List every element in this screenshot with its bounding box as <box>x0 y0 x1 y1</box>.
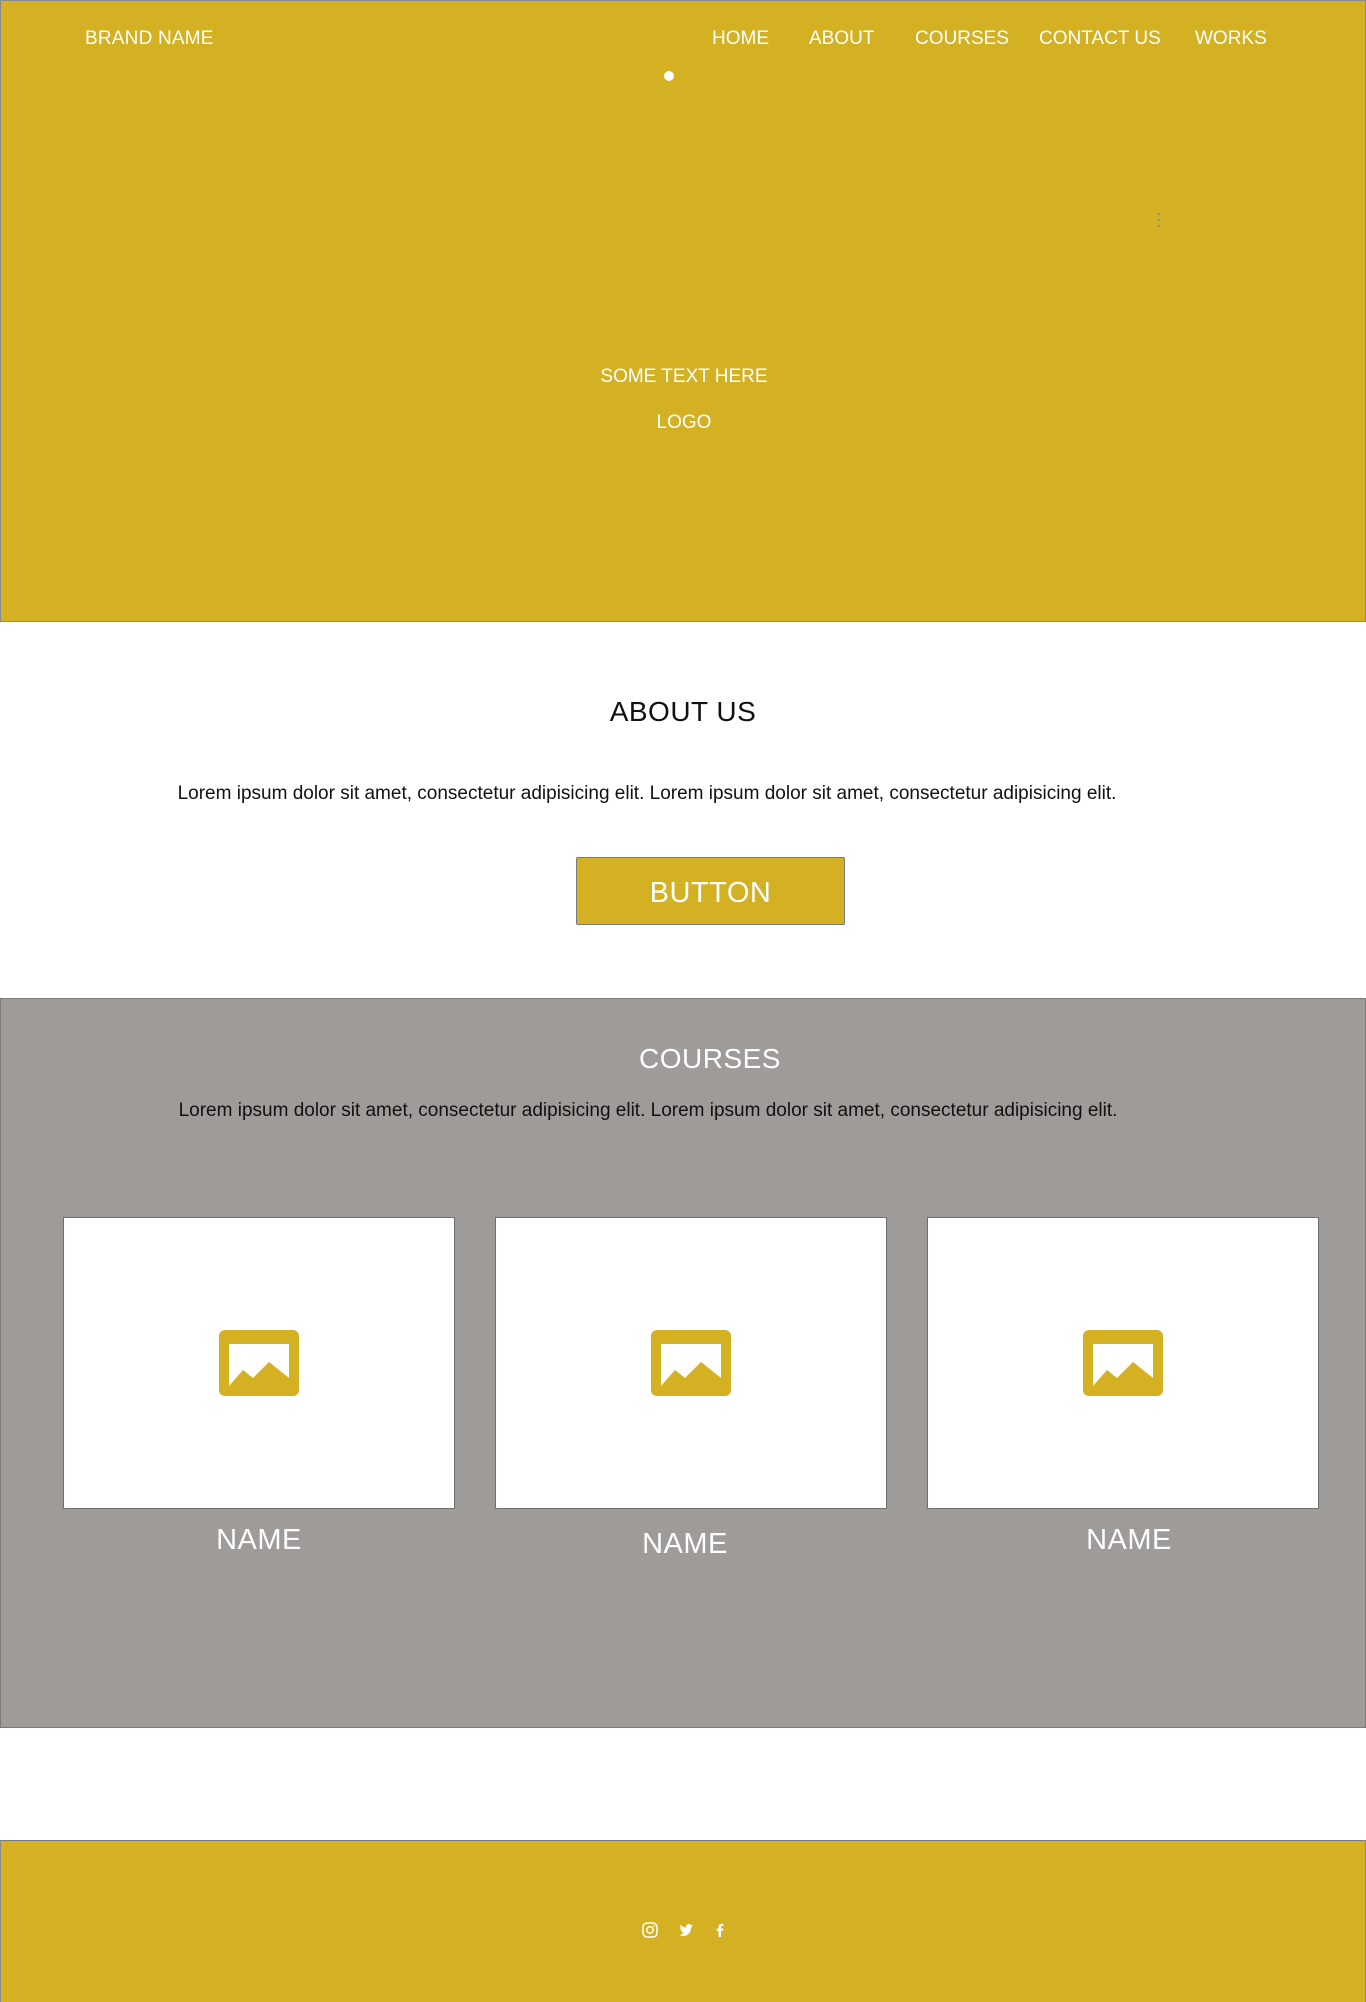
instagram-icon[interactable] <box>641 1921 659 1939</box>
hero-logo: LOGO <box>656 412 712 433</box>
hero-tagline: SOME TEXT HERE <box>600 366 768 387</box>
image-placeholder-icon <box>651 1330 731 1396</box>
main-nav: HOME ABOUT COURSES CONTACT US WORKS <box>1 28 1366 52</box>
course-card-name[interactable]: NAME <box>489 1528 881 1561</box>
course-card-image[interactable] <box>927 1217 1319 1509</box>
hero-section: BRAND NAME HOME ABOUT COURSES CONTACT US… <box>0 0 1366 622</box>
courses-title-text: COURSES <box>639 1043 781 1074</box>
courses-description-text: Lorem ipsum dolor sit amet, consectetur … <box>178 1100 1118 1121</box>
course-card-image[interactable] <box>495 1217 887 1509</box>
courses-title: COURSES <box>1 1043 1366 1075</box>
course-card-image[interactable] <box>63 1217 455 1509</box>
course-card-name[interactable]: NAME <box>933 1524 1325 1557</box>
image-placeholder-icon <box>219 1330 299 1396</box>
courses-section: COURSES Lorem ipsum dolor sit amet, cons… <box>0 998 1366 1728</box>
nav-courses-link[interactable]: COURSES <box>915 28 1009 50</box>
image-placeholder-icon <box>1083 1330 1163 1396</box>
footer <box>0 1840 1366 2002</box>
slider-indicator-dot[interactable] <box>664 71 674 81</box>
about-description: Lorem ipsum dolor sit amet, consectetur … <box>0 783 1366 805</box>
course-card-name[interactable]: NAME <box>63 1524 455 1557</box>
courses-description: Lorem ipsum dolor sit amet, consectetur … <box>1 1100 1366 1122</box>
about-title: ABOUT US <box>609 696 757 727</box>
nav-about-link[interactable]: ABOUT <box>809 28 874 50</box>
nav-home-link[interactable]: HOME <box>712 28 769 50</box>
nav-contact-link[interactable]: CONTACT US <box>1039 28 1161 50</box>
about-button[interactable]: BUTTON <box>576 857 845 925</box>
vertical-dots-icon <box>1157 213 1161 227</box>
social-links <box>1 1921 1366 1941</box>
about-description-text: Lorem ipsum dolor sit amet, consectetur … <box>177 783 1117 804</box>
facebook-icon[interactable] <box>711 1921 729 1939</box>
nav-works-link[interactable]: WORKS <box>1195 28 1267 50</box>
twitter-icon[interactable] <box>677 1921 695 1939</box>
